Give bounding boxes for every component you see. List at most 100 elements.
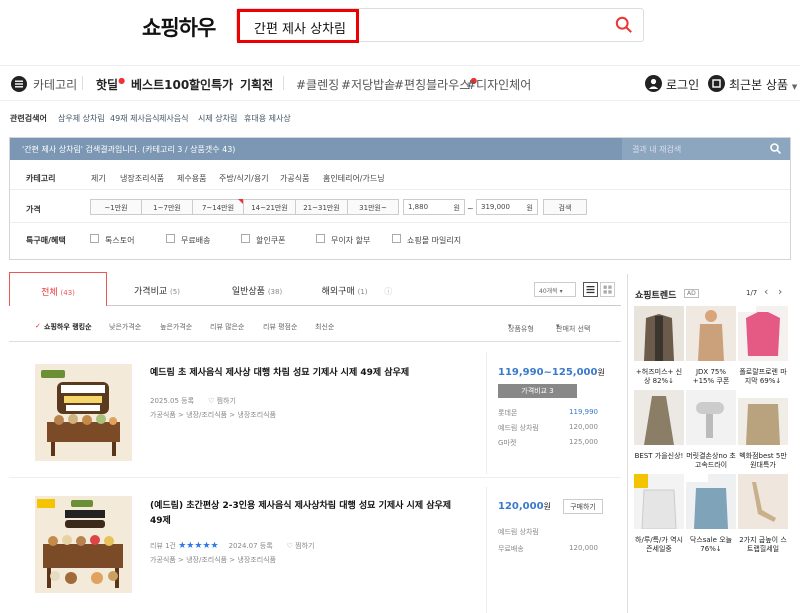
user-icon[interactable] xyxy=(645,75,662,92)
toss-store-checkbox[interactable] xyxy=(90,234,99,243)
heart-icon[interactable]: ♡ xyxy=(287,542,293,550)
nav-tag-chair[interactable]: #디자인체어 xyxy=(466,76,531,93)
category-option[interactable]: 주방/식기/용기 xyxy=(219,173,269,184)
sort-ranking[interactable]: 쇼핑하우 랭킹순 xyxy=(44,322,92,332)
sort-high-price[interactable]: 높은가격순 xyxy=(160,322,192,332)
tab-overseas[interactable]: 해외구매 (1) ⓘ xyxy=(307,272,407,306)
trend-caption: 2가지 굽높이 스트랩힐세일 xyxy=(739,536,787,553)
nav-special[interactable]: 기획전 xyxy=(240,76,273,93)
sort-review-rating[interactable]: 리뷰 평점순 xyxy=(263,322,297,332)
price-min-input[interactable]: 1,880 원 xyxy=(403,199,465,215)
category-option[interactable]: 홈인테리어/가드닝 xyxy=(323,173,385,184)
trend-item[interactable]: 2가지 굽높이 스트랩힐세일 xyxy=(738,474,788,554)
related-item[interactable]: 49재 제사음식 xyxy=(110,113,160,124)
recent-items-link[interactable]: 최근본 상품 ▼ xyxy=(729,76,797,93)
category-option[interactable]: 제수용품 xyxy=(177,173,206,184)
heart-icon[interactable]: ♡ xyxy=(208,397,214,405)
tab-general[interactable]: 일반상품 (38) xyxy=(207,272,307,306)
trend-caption: BEST 가을신상! xyxy=(634,452,684,460)
related-item[interactable]: 시제 상차림 xyxy=(198,113,237,124)
price-range-button[interactable]: 1~7만원 xyxy=(141,199,193,215)
mall-row[interactable]: 예드림 상차림 xyxy=(498,527,598,537)
product-image[interactable] xyxy=(35,496,132,593)
per-page-select[interactable]: 40개씩 ▾ xyxy=(534,282,576,297)
in-result-search-input[interactable]: 결과 내 재검색 xyxy=(622,138,790,160)
mall-row[interactable]: 예드림 상차림 120,000 xyxy=(498,423,598,433)
sort-low-price[interactable]: 낮은가격순 xyxy=(109,322,141,332)
trend-item[interactable]: +허즈미스+ 신상 82%↓ xyxy=(634,306,684,386)
related-item[interactable]: 휴대용 제사상 xyxy=(244,113,291,124)
tab-price-compare[interactable]: 가격비교 (5) xyxy=(107,272,207,306)
product-category-path[interactable]: 가공식품 > 냉장/조리식품 > 냉장조리식품 xyxy=(150,555,276,565)
nav-tag-cleansing[interactable]: #클렌징 xyxy=(296,76,339,93)
trend-item[interactable]: 폴로랄프로렌 마지막 69%↓ xyxy=(738,306,788,386)
sort-many-reviews[interactable]: 리뷰 많은순 xyxy=(210,322,244,332)
category-menu[interactable]: 카테고리 xyxy=(33,76,77,93)
seller-select-dropdown[interactable]: 판매처 선택 ▾ xyxy=(556,322,590,333)
buy-button[interactable]: 구매하기 xyxy=(563,499,603,514)
tab-all[interactable]: 전체 (43) xyxy=(9,272,107,306)
no-interest-checkbox[interactable] xyxy=(316,234,325,243)
price-range-button[interactable]: 7~14만원 xyxy=(192,199,244,215)
trend-image xyxy=(738,390,788,445)
price-range-button[interactable]: 14~21만원 xyxy=(243,199,296,215)
trend-item[interactable]: 벡화점best 5만원대특가 xyxy=(738,390,788,470)
price-range-button[interactable]: 21~31만원 xyxy=(295,199,348,215)
wish-button[interactable]: 찜하기 xyxy=(295,542,314,550)
trend-item[interactable]: BEST 가을신상! xyxy=(634,390,684,461)
product-title[interactable]: 예드림 초 제사음식 제사상 대행 차림 성묘 기제사 시제 49제 삼우제 xyxy=(150,366,480,381)
trend-item[interactable]: 닥스sale 오늘 76%↓ xyxy=(686,474,736,554)
site-logo[interactable]: 쇼핑하우 xyxy=(142,12,216,42)
ad-badge: AD xyxy=(684,289,699,298)
product-category-path[interactable]: 가공식품 > 냉장/조리식품 > 냉장조리식품 xyxy=(150,410,276,420)
product-type-dropdown[interactable]: 상품유형 ▾ xyxy=(508,322,534,333)
nav-best100[interactable]: 베스트100 xyxy=(131,76,189,93)
grid-view-icon[interactable] xyxy=(600,282,615,297)
search-input[interactable]: 간편 제사 상차림 xyxy=(237,9,359,43)
mall-row[interactable]: 무료배송 120,000 xyxy=(498,544,598,554)
search-icon[interactable] xyxy=(770,143,781,154)
header: 쇼핑하우 간편 제사 상차림 xyxy=(0,0,800,65)
mall-row[interactable]: 롯데몬 119,990 xyxy=(498,408,598,418)
recent-items-icon[interactable] xyxy=(708,75,725,92)
nav-hotdeal[interactable]: 핫딜● xyxy=(96,76,125,93)
price-max-input[interactable]: 319,000 원 xyxy=(476,199,538,215)
category-option[interactable]: 가공식품 xyxy=(280,173,309,184)
free-shipping-checkbox[interactable] xyxy=(166,234,175,243)
search-icon[interactable] xyxy=(615,16,633,34)
related-item[interactable]: 삼우제 상차림 xyxy=(58,113,105,124)
nav-tag-ricecooker[interactable]: #저당밥솥 xyxy=(341,76,395,93)
list-view-icon[interactable] xyxy=(583,282,598,297)
price-compare-button[interactable]: 가격비교 3 xyxy=(498,384,577,398)
category-option[interactable]: 제기 xyxy=(91,173,106,184)
sort-latest[interactable]: 최신순 xyxy=(315,322,334,332)
login-link[interactable]: 로그인 xyxy=(666,76,699,93)
trend-image xyxy=(686,390,736,445)
price-search-button[interactable]: 검색 xyxy=(543,199,587,215)
nav-discount[interactable]: 할인특가 xyxy=(189,76,233,93)
price-range-button[interactable]: 31만원~ xyxy=(347,199,399,215)
mileage-checkbox[interactable] xyxy=(392,234,401,243)
product-meta: 리뷰 1건 ★★★★★ 2024.07 등록 ♡ 찜하기 xyxy=(150,541,315,551)
product-price: 120,000원 xyxy=(498,501,551,512)
info-icon[interactable]: ⓘ xyxy=(384,287,392,296)
related-item[interactable]: 제사음식 xyxy=(159,113,188,124)
trend-item[interactable]: JDX 75% +15% 쿠폰 xyxy=(686,306,736,386)
trend-item[interactable]: 하/루/특/가 역시즌세일중 xyxy=(634,474,684,554)
search-bar[interactable]: 간편 제사 상차림 xyxy=(236,8,644,43)
checkbox-label: 쇼핑몰 마일리지 xyxy=(407,236,462,245)
wish-button[interactable]: 찜하기 xyxy=(217,397,236,405)
category-option[interactable]: 냉장조리식품 xyxy=(120,173,164,184)
product-title[interactable]: (예드림) 초간편상 2-3인용 제사음식 제사상차림 대행 성묘 기제사 시제… xyxy=(150,499,460,529)
menu-icon[interactable] xyxy=(11,76,27,92)
next-arrow-icon[interactable]: › xyxy=(778,285,782,298)
trend-title: 쇼핑트렌드 xyxy=(635,291,677,301)
nav-tag-blouse[interactable]: #편칭블라우스● xyxy=(394,76,477,93)
product-image[interactable] xyxy=(35,364,132,461)
mall-row[interactable]: G마켓 125,000 xyxy=(498,438,598,448)
filter-header: '간편 제사 상차림' 검색결과입니다. (카테고리 3 / 상품갯수 43) … xyxy=(10,138,790,160)
coupon-checkbox[interactable] xyxy=(241,234,250,243)
prev-arrow-icon[interactable]: ‹ xyxy=(764,285,768,298)
trend-item[interactable]: 머릿결손상no 초고속드라이 xyxy=(686,390,736,470)
price-range-button[interactable]: ~1만원 xyxy=(90,199,142,215)
